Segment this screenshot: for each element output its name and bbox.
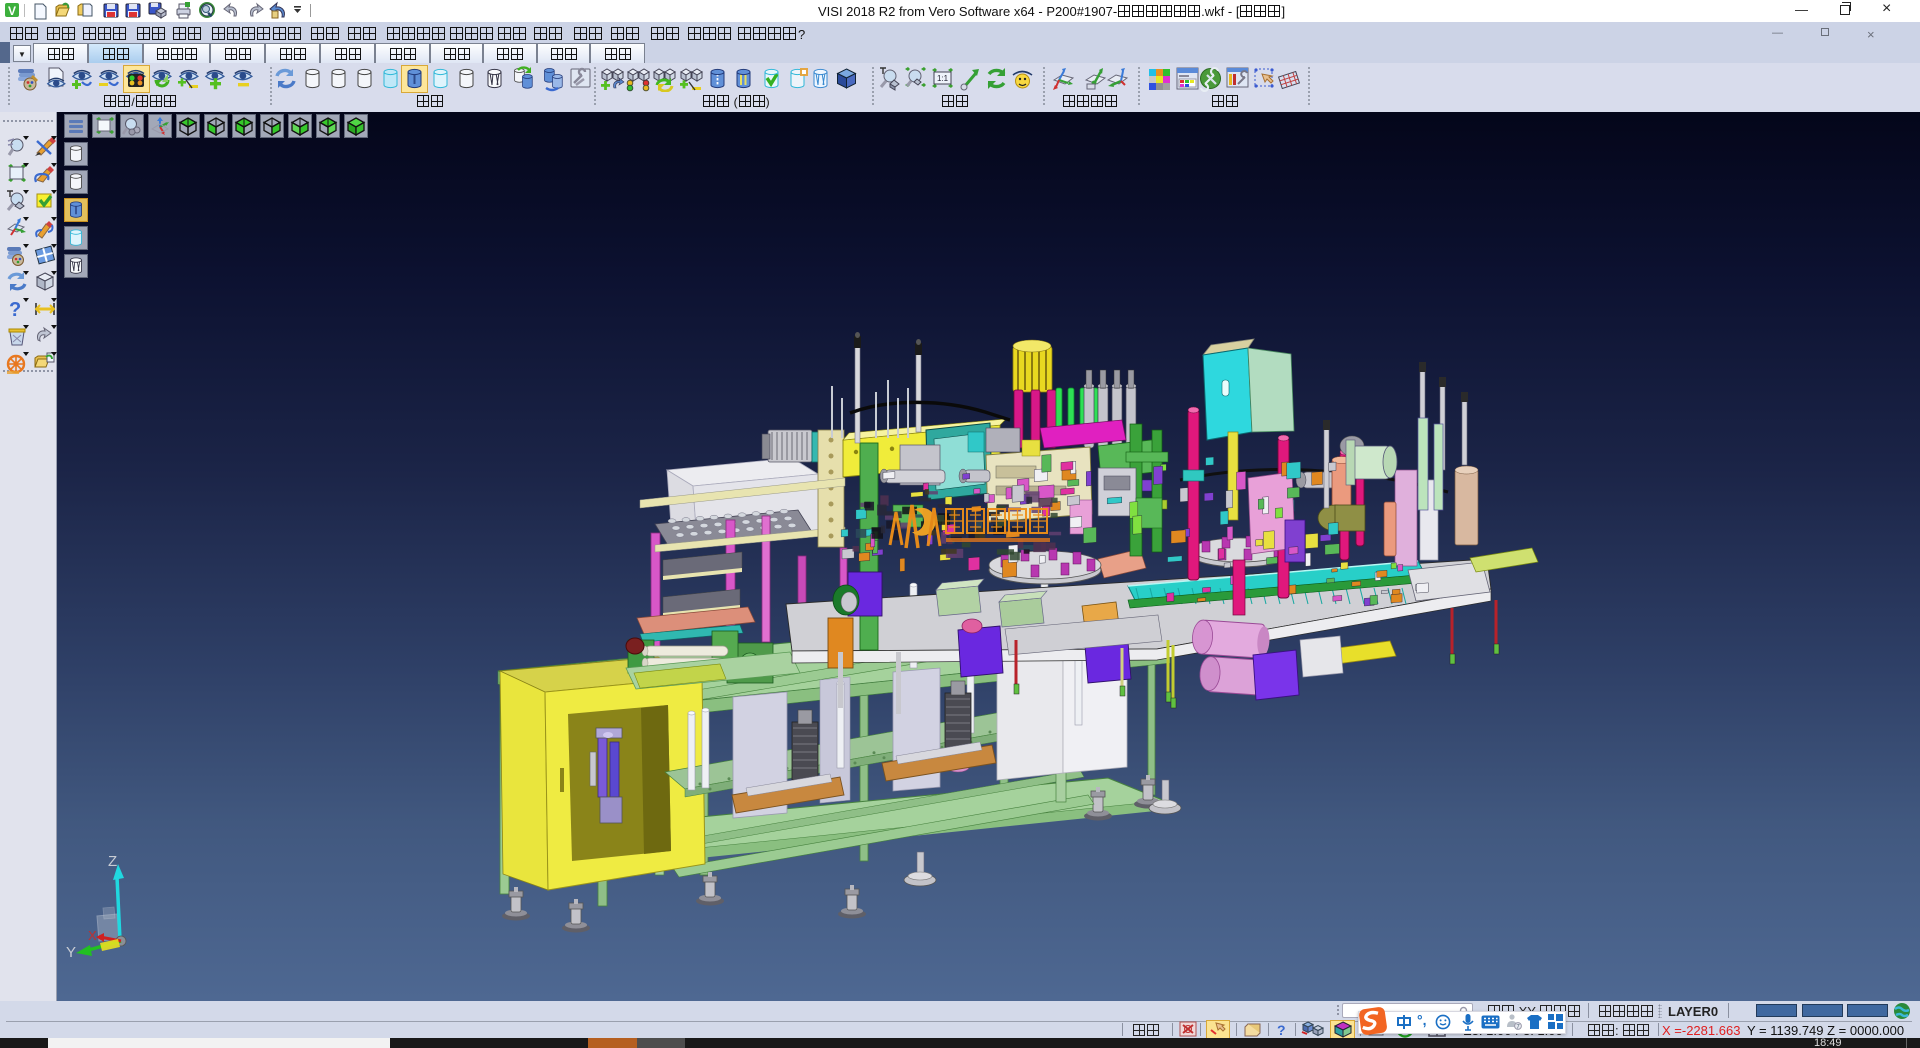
svg-text:V: V bbox=[8, 4, 16, 18]
svg-text:?: ? bbox=[9, 299, 21, 321]
svg-text:1:1: 1:1 bbox=[937, 74, 949, 83]
svg-text:X: X bbox=[88, 928, 97, 943]
svg-text:Z: Z bbox=[108, 853, 117, 870]
svg-text:Y: Y bbox=[66, 944, 76, 961]
